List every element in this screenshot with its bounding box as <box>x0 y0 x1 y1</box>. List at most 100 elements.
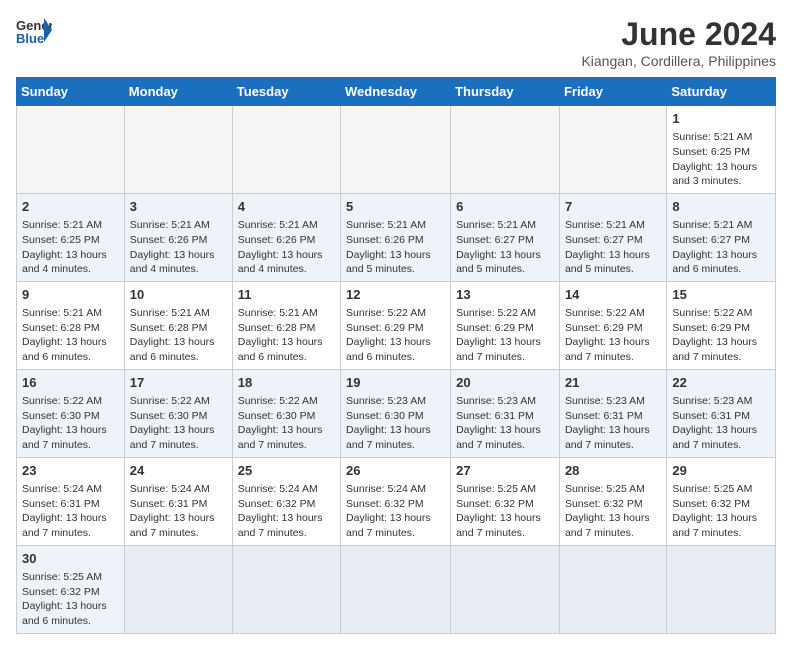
day-number: 16 <box>22 374 119 392</box>
weekday-header-row: SundayMondayTuesdayWednesdayThursdayFrid… <box>17 78 776 106</box>
calendar-day-cell: 2Sunrise: 5:21 AM Sunset: 6:25 PM Daylig… <box>17 193 125 281</box>
calendar-week-row: 2Sunrise: 5:21 AM Sunset: 6:25 PM Daylig… <box>17 193 776 281</box>
calendar-day-cell <box>232 545 340 633</box>
calendar-day-cell <box>341 545 451 633</box>
calendar-week-row: 1 Sunrise: 5:21 AM Sunset: 6:25 PM Daylig… <box>17 106 776 194</box>
day-number: 20 <box>456 374 554 392</box>
day-info: Sunrise: 5:22 AM Sunset: 6:29 PM Dayligh… <box>565 306 661 365</box>
calendar-day-cell: 23 Sunrise: 5:24 AM Sunset: 6:31 PM Dayli… <box>17 457 125 545</box>
day-number: 21 <box>565 374 661 392</box>
calendar-day-cell: 5 Sunrise: 5:21 AM Sunset: 6:26 PM Daylig… <box>341 193 451 281</box>
day-number: 5 <box>346 198 445 216</box>
day-number: 10 <box>130 286 227 304</box>
day-number: 24 <box>130 462 227 480</box>
calendar-day-cell <box>559 545 666 633</box>
calendar-day-cell <box>17 106 125 194</box>
calendar-day-cell: 28 Sunrise: 5:25 AM Sunset: 6:32 PM Dayli… <box>559 457 666 545</box>
day-number: 19 <box>346 374 445 392</box>
svg-text:Blue: Blue <box>16 31 44 46</box>
day-info: Sunrise: 5:21 AM Sunset: 6:26 PM Dayligh… <box>346 218 445 277</box>
day-number: 27 <box>456 462 554 480</box>
day-number: 6 <box>456 198 554 216</box>
calendar-day-cell <box>341 106 451 194</box>
day-info: Sunrise: 5:21 AM Sunset: 6:25 PM Dayligh… <box>672 130 770 189</box>
day-number: 25 <box>238 462 335 480</box>
calendar-day-cell: 30Sunrise: 5:25 AM Sunset: 6:32 PM Dayli… <box>17 545 125 633</box>
calendar-day-cell: 20 Sunrise: 5:23 AM Sunset: 6:31 PM Dayli… <box>451 369 560 457</box>
weekday-header-monday: Monday <box>124 78 232 106</box>
weekday-header-saturday: Saturday <box>667 78 776 106</box>
day-number: 29 <box>672 462 770 480</box>
calendar-day-cell: 12Sunrise: 5:22 AM Sunset: 6:29 PM Dayli… <box>341 281 451 369</box>
day-info: Sunrise: 5:21 AM Sunset: 6:28 PM Dayligh… <box>238 306 335 365</box>
day-info: Sunrise: 5:24 AM Sunset: 6:31 PM Dayligh… <box>22 482 119 541</box>
calendar-day-cell: 24Sunrise: 5:24 AM Sunset: 6:31 PM Dayli… <box>124 457 232 545</box>
day-info: Sunrise: 5:22 AM Sunset: 6:30 PM Dayligh… <box>130 394 227 453</box>
logo: General Blue <box>16 16 52 46</box>
calendar-day-cell <box>451 545 560 633</box>
calendar-day-cell: 7Sunrise: 5:21 AM Sunset: 6:27 PM Daylig… <box>559 193 666 281</box>
day-info: Sunrise: 5:21 AM Sunset: 6:26 PM Dayligh… <box>130 218 227 277</box>
day-number: 14 <box>565 286 661 304</box>
calendar-day-cell: 16 Sunrise: 5:22 AM Sunset: 6:30 PM Dayli… <box>17 369 125 457</box>
calendar-day-cell: 14 Sunrise: 5:22 AM Sunset: 6:29 PM Dayli… <box>559 281 666 369</box>
calendar-day-cell: 21Sunrise: 5:23 AM Sunset: 6:31 PM Dayli… <box>559 369 666 457</box>
calendar-day-cell <box>124 106 232 194</box>
calendar-day-cell: 27Sunrise: 5:25 AM Sunset: 6:32 PM Dayli… <box>451 457 560 545</box>
weekday-header-sunday: Sunday <box>17 78 125 106</box>
day-info: Sunrise: 5:21 AM Sunset: 6:28 PM Dayligh… <box>130 306 227 365</box>
day-number: 8 <box>672 198 770 216</box>
calendar-title: June 2024 <box>581 16 776 53</box>
weekday-header-wednesday: Wednesday <box>341 78 451 106</box>
logo-icon: General Blue <box>16 16 52 46</box>
day-info: Sunrise: 5:24 AM Sunset: 6:32 PM Dayligh… <box>238 482 335 541</box>
calendar-day-cell: 11 Sunrise: 5:21 AM Sunset: 6:28 PM Dayli… <box>232 281 340 369</box>
calendar-day-cell <box>667 545 776 633</box>
weekday-header-friday: Friday <box>559 78 666 106</box>
day-info: Sunrise: 5:23 AM Sunset: 6:30 PM Dayligh… <box>346 394 445 453</box>
calendar-subtitle: Kiangan, Cordillera, Philippines <box>581 53 776 69</box>
day-number: 22 <box>672 374 770 392</box>
calendar-day-cell: 22 Sunrise: 5:23 AM Sunset: 6:31 PM Dayli… <box>667 369 776 457</box>
day-info: Sunrise: 5:23 AM Sunset: 6:31 PM Dayligh… <box>456 394 554 453</box>
calendar-day-cell <box>232 106 340 194</box>
calendar-week-row: 23 Sunrise: 5:24 AM Sunset: 6:31 PM Dayli… <box>17 457 776 545</box>
calendar-day-cell: 9Sunrise: 5:21 AM Sunset: 6:28 PM Daylig… <box>17 281 125 369</box>
calendar-day-cell: 17 Sunrise: 5:22 AM Sunset: 6:30 PM Dayli… <box>124 369 232 457</box>
calendar-body: 1 Sunrise: 5:21 AM Sunset: 6:25 PM Daylig… <box>17 106 776 634</box>
calendar-day-cell <box>124 545 232 633</box>
day-number: 13 <box>456 286 554 304</box>
day-number: 11 <box>238 286 335 304</box>
day-number: 17 <box>130 374 227 392</box>
day-info: Sunrise: 5:23 AM Sunset: 6:31 PM Dayligh… <box>672 394 770 453</box>
day-number: 26 <box>346 462 445 480</box>
calendar-table: SundayMondayTuesdayWednesdayThursdayFrid… <box>16 77 776 634</box>
day-number: 28 <box>565 462 661 480</box>
day-info: Sunrise: 5:22 AM Sunset: 6:30 PM Dayligh… <box>22 394 119 453</box>
calendar-day-cell <box>451 106 560 194</box>
calendar-week-row: 9Sunrise: 5:21 AM Sunset: 6:28 PM Daylig… <box>17 281 776 369</box>
day-info: Sunrise: 5:22 AM Sunset: 6:29 PM Dayligh… <box>672 306 770 365</box>
day-info: Sunrise: 5:25 AM Sunset: 6:32 PM Dayligh… <box>565 482 661 541</box>
calendar-day-cell: 10 Sunrise: 5:21 AM Sunset: 6:28 PM Dayli… <box>124 281 232 369</box>
day-info: Sunrise: 5:22 AM Sunset: 6:30 PM Dayligh… <box>238 394 335 453</box>
calendar-day-cell: 3 Sunrise: 5:21 AM Sunset: 6:26 PM Daylig… <box>124 193 232 281</box>
calendar-week-row: 30Sunrise: 5:25 AM Sunset: 6:32 PM Dayli… <box>17 545 776 633</box>
day-number: 1 <box>672 110 770 128</box>
calendar-day-cell: 6Sunrise: 5:21 AM Sunset: 6:27 PM Daylig… <box>451 193 560 281</box>
day-number: 3 <box>130 198 227 216</box>
day-info: Sunrise: 5:24 AM Sunset: 6:32 PM Dayligh… <box>346 482 445 541</box>
weekday-header-tuesday: Tuesday <box>232 78 340 106</box>
calendar-day-cell: 15Sunrise: 5:22 AM Sunset: 6:29 PM Dayli… <box>667 281 776 369</box>
day-number: 23 <box>22 462 119 480</box>
day-info: Sunrise: 5:21 AM Sunset: 6:28 PM Dayligh… <box>22 306 119 365</box>
calendar-header: General Blue June 2024 Kiangan, Cordille… <box>16 16 776 69</box>
calendar-day-cell: 13Sunrise: 5:22 AM Sunset: 6:29 PM Dayli… <box>451 281 560 369</box>
calendar-day-cell: 26 Sunrise: 5:24 AM Sunset: 6:32 PM Dayli… <box>341 457 451 545</box>
day-info: Sunrise: 5:21 AM Sunset: 6:25 PM Dayligh… <box>22 218 119 277</box>
calendar-day-cell: 25 Sunrise: 5:24 AM Sunset: 6:32 PM Dayli… <box>232 457 340 545</box>
day-number: 12 <box>346 286 445 304</box>
calendar-day-cell: 29Sunrise: 5:25 AM Sunset: 6:32 PM Dayli… <box>667 457 776 545</box>
day-number: 30 <box>22 550 119 568</box>
calendar-day-cell: 18Sunrise: 5:22 AM Sunset: 6:30 PM Dayli… <box>232 369 340 457</box>
